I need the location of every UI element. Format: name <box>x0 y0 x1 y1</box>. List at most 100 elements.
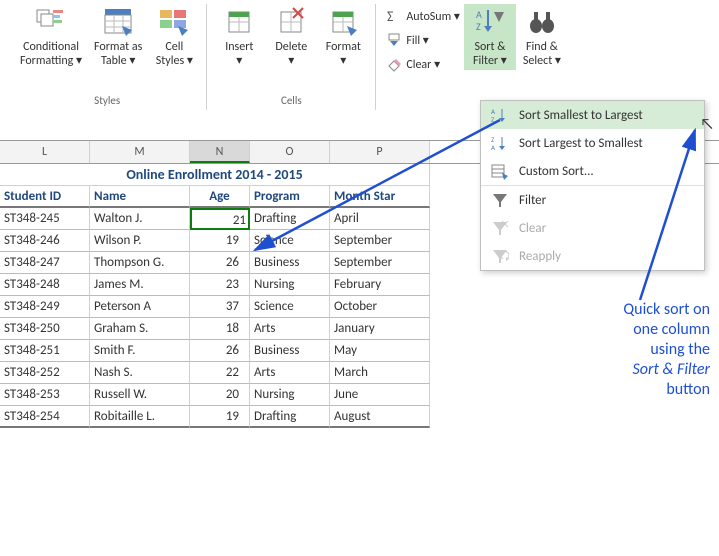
cell[interactable]: September <box>330 252 430 274</box>
cell[interactable]: 26 <box>190 340 250 362</box>
insert-button[interactable]: Insert ▾ <box>213 4 265 70</box>
cell[interactable]: ST348-251 <box>0 340 90 362</box>
eraser-icon <box>386 56 402 72</box>
group-label-styles: Styles <box>94 94 120 110</box>
cell[interactable]: 19 <box>190 230 250 252</box>
cell[interactable]: Arts <box>250 318 330 340</box>
cell[interactable]: 21 <box>190 208 250 230</box>
annotation-callout: Quick sort on one column using the Sort … <box>550 300 710 400</box>
cell[interactable]: Robitaille L. <box>90 406 190 428</box>
cell[interactable]: Nash S. <box>90 362 190 384</box>
col-header-P[interactable]: P <box>330 141 430 163</box>
col-header-M[interactable]: M <box>90 141 190 163</box>
cell[interactable]: Science <box>250 230 330 252</box>
menu-custom-sort[interactable]: Custom Sort... <box>481 157 704 185</box>
cell[interactable]: James M. <box>90 274 190 296</box>
col-header-O[interactable]: O <box>250 141 330 163</box>
svg-text:Σ: Σ <box>387 8 394 24</box>
cell[interactable]: Smith F. <box>90 340 190 362</box>
cell[interactable]: Peterson A <box>90 296 190 318</box>
cell[interactable]: ST348-250 <box>0 318 90 340</box>
cell[interactable]: ST348-247 <box>0 252 90 274</box>
cell[interactable]: ST348-249 <box>0 296 90 318</box>
cell-styles-icon <box>158 6 190 38</box>
conditional-formatting-button[interactable]: Conditional Formatting ▾ <box>14 4 88 70</box>
menu-sort-asc[interactable]: AZ Sort Smallest to Largest <box>481 101 704 129</box>
menu-clear: Clear <box>481 214 704 242</box>
format-cells-icon <box>327 6 359 38</box>
cell[interactable]: October <box>330 296 430 318</box>
cell[interactable]: Graham S. <box>90 318 190 340</box>
cell[interactable]: March <box>330 362 430 384</box>
cell[interactable]: ST348-245 <box>0 208 90 230</box>
cell[interactable]: Drafting <box>250 406 330 428</box>
format-button[interactable]: Format ▾ <box>317 4 369 70</box>
cell[interactable]: June <box>330 384 430 406</box>
cell[interactable]: ST348-252 <box>0 362 90 384</box>
annotation-line: Quick sort on <box>550 300 710 320</box>
cell[interactable]: 19 <box>190 406 250 428</box>
menu-sort-asc-label: Sort Smallest to Largest <box>519 108 643 123</box>
sort-filter-menu: AZ Sort Smallest to Largest ZA Sort Larg… <box>480 100 705 271</box>
cell[interactable]: Thompson G. <box>90 252 190 274</box>
sort-filter-label: Sort & Filter ▾ <box>473 40 507 68</box>
col-header-L[interactable]: L <box>0 141 90 163</box>
cell[interactable]: Business <box>250 252 330 274</box>
cell-styles-label: Cell Styles ▾ <box>156 40 193 68</box>
cell[interactable]: 26 <box>190 252 250 274</box>
menu-clear-label: Clear <box>519 221 546 236</box>
cell[interactable]: May <box>330 340 430 362</box>
cell[interactable]: August <box>330 406 430 428</box>
cell[interactable]: 18 <box>190 318 250 340</box>
cell[interactable]: 22 <box>190 362 250 384</box>
cell[interactable]: Nursing <box>250 384 330 406</box>
clear-button[interactable]: Clear ▾ <box>382 54 464 74</box>
header-age[interactable]: Age <box>190 186 250 208</box>
clear-filter-icon <box>491 219 509 237</box>
reapply-icon <box>491 247 509 265</box>
cell[interactable]: Nursing <box>250 274 330 296</box>
cell[interactable]: Russell W. <box>90 384 190 406</box>
cell[interactable]: 37 <box>190 296 250 318</box>
cell[interactable]: Arts <box>250 362 330 384</box>
annotation-line: button <box>550 380 710 400</box>
delete-button[interactable]: Delete ▾ <box>265 4 317 70</box>
col-header-N[interactable]: N <box>190 141 250 163</box>
cell[interactable]: Drafting <box>250 208 330 230</box>
cell[interactable]: September <box>330 230 430 252</box>
menu-sort-desc[interactable]: ZA Sort Largest to Smallest <box>481 129 704 157</box>
cell[interactable]: Business <box>250 340 330 362</box>
cell[interactable]: ST348-253 <box>0 384 90 406</box>
header-student-id[interactable]: Student ID <box>0 186 90 208</box>
autosum-button[interactable]: Σ AutoSum ▾ <box>382 6 464 26</box>
cell[interactable]: January <box>330 318 430 340</box>
cell[interactable]: Walton J. <box>90 208 190 230</box>
cell[interactable]: Wilson P. <box>90 230 190 252</box>
svg-text:Z: Z <box>476 20 481 33</box>
sort-filter-button[interactable]: AZ Sort & Filter ▾ <box>464 4 516 70</box>
cell[interactable]: ST348-248 <box>0 274 90 296</box>
conditional-formatting-icon <box>35 6 67 38</box>
svg-text:A: A <box>491 143 496 152</box>
menu-filter[interactable]: Filter <box>481 185 704 214</box>
binoculars-icon <box>526 6 558 38</box>
cell[interactable]: February <box>330 274 430 296</box>
header-program[interactable]: Program <box>250 186 330 208</box>
clear-label: Clear ▾ <box>406 57 440 72</box>
find-select-button[interactable]: Find & Select ▾ <box>516 4 568 70</box>
header-month[interactable]: Month Star <box>330 186 430 208</box>
cell[interactable]: ST348-254 <box>0 406 90 428</box>
sort-filter-icon: AZ <box>474 6 506 38</box>
cell-styles-button[interactable]: Cell Styles ▾ <box>148 4 200 70</box>
annotation-line: Sort & Filter <box>633 360 710 379</box>
fill-button[interactable]: Fill ▾ <box>382 30 464 50</box>
cell[interactable]: Science <box>250 296 330 318</box>
cell[interactable]: April <box>330 208 430 230</box>
sheet-title[interactable]: Online Enrollment 2014 - 2015 <box>0 164 430 186</box>
cell[interactable]: ST348-246 <box>0 230 90 252</box>
group-cells: Insert ▾ Delete ▾ Format ▾ Cells <box>207 4 376 110</box>
cell[interactable]: 20 <box>190 384 250 406</box>
cell[interactable]: 23 <box>190 274 250 296</box>
header-name[interactable]: Name <box>90 186 190 208</box>
format-as-table-button[interactable]: Format as Table ▾ <box>88 4 148 70</box>
